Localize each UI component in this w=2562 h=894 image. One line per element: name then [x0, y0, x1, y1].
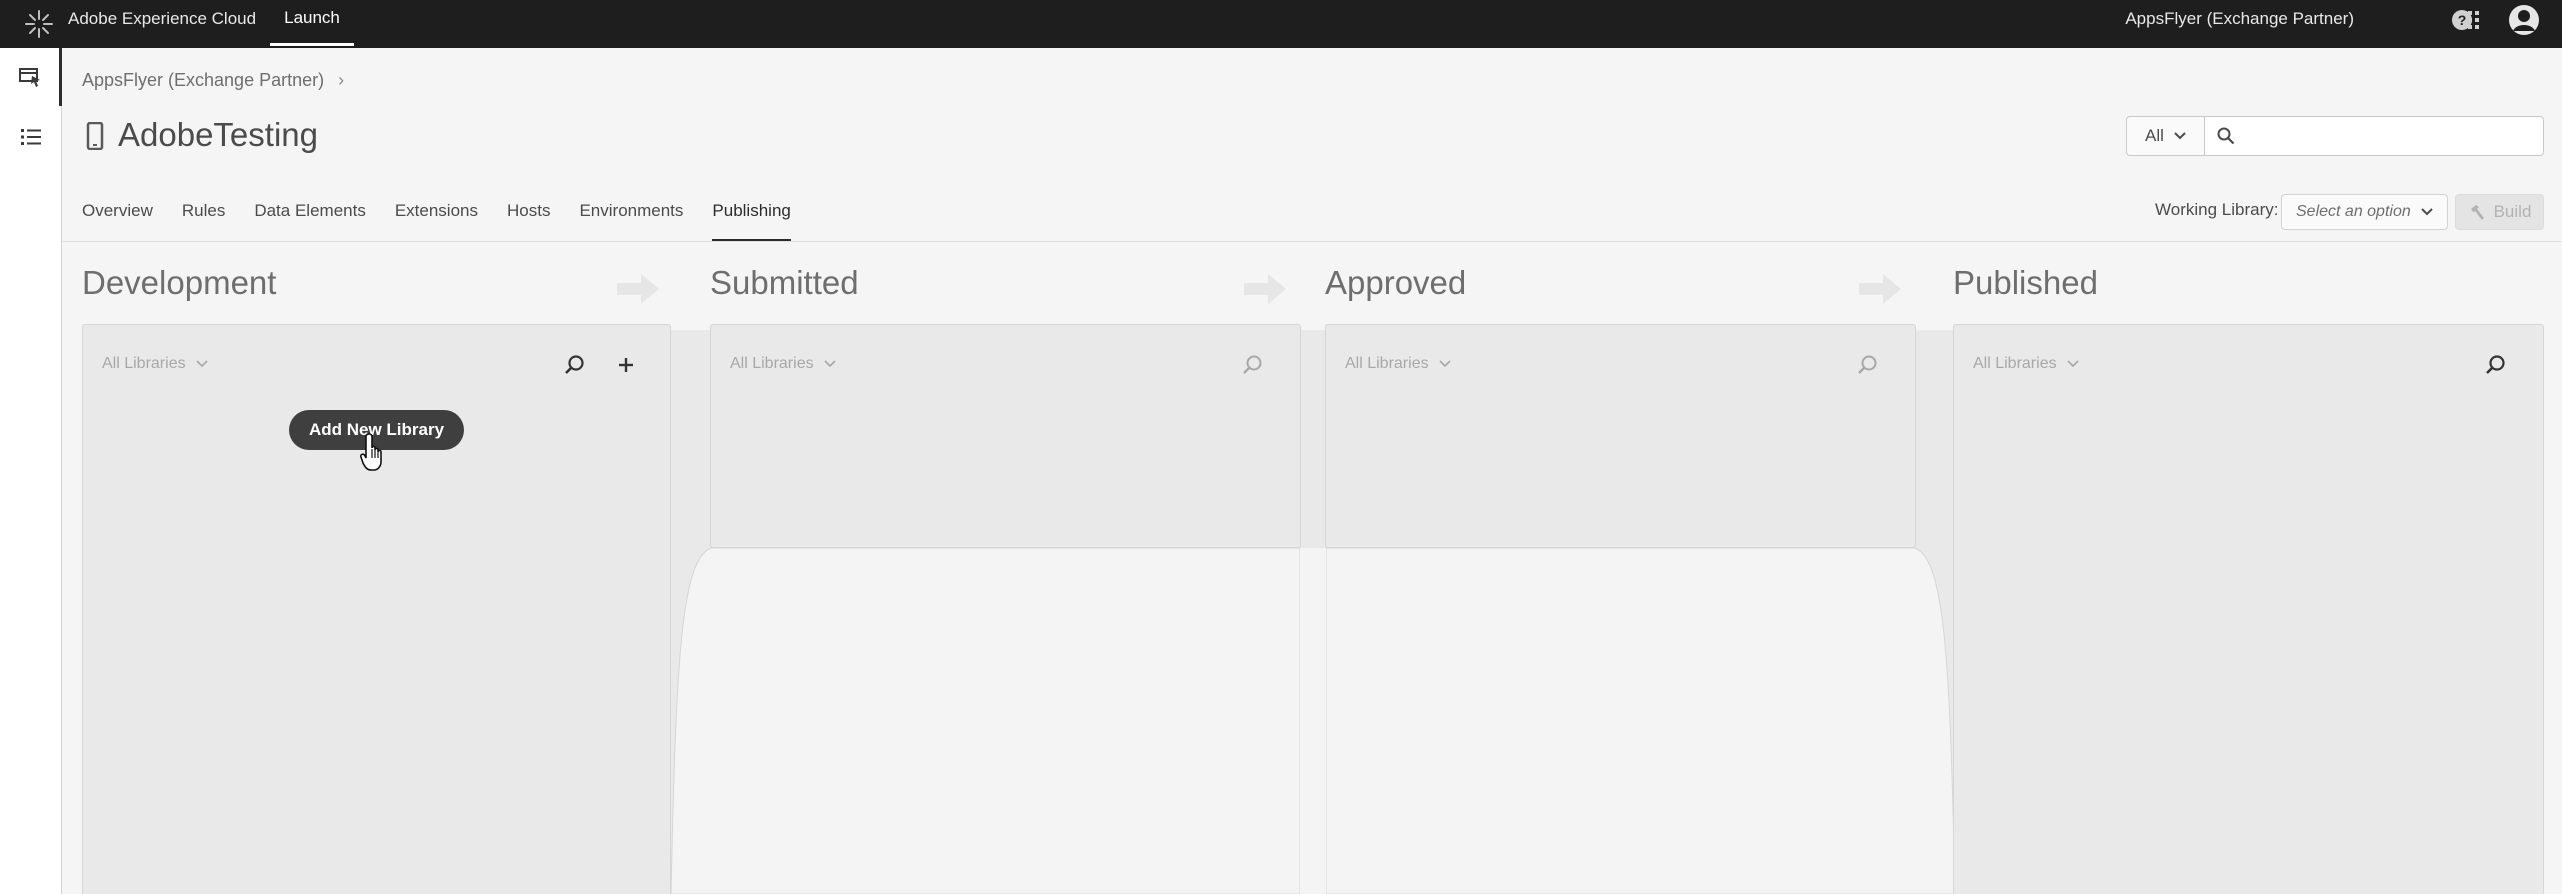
column-title-development: Development	[82, 264, 277, 301]
library-filter-value: All Libraries	[1345, 355, 1429, 372]
library-filter-value: All Libraries	[730, 355, 814, 372]
chevron-down-icon	[2067, 360, 2079, 368]
library-filter-value: All Libraries	[1973, 355, 2057, 372]
column-title-published: Published	[1953, 264, 2098, 301]
search-icon[interactable]	[2482, 351, 2510, 379]
library-filter-dropdown[interactable]: All Libraries	[1345, 355, 1451, 373]
add-icon[interactable]	[612, 351, 640, 379]
approved-panel: All Libraries	[1325, 324, 1916, 548]
search-icon[interactable]	[561, 351, 589, 379]
search-icon[interactable]	[1854, 351, 1882, 379]
column-title-submitted: Submitted	[710, 264, 859, 301]
chevron-down-icon	[1439, 360, 1451, 368]
search-icon[interactable]	[1239, 351, 1267, 379]
column-title-approved: Approved	[1325, 264, 1467, 301]
chevron-down-icon	[196, 360, 208, 368]
library-filter-dropdown[interactable]: All Libraries	[1973, 355, 2079, 373]
chevron-down-icon	[824, 360, 836, 368]
library-filter-value: All Libraries	[102, 355, 186, 372]
flow-arrow-icon	[1244, 272, 1286, 306]
published-panel: All Libraries	[1953, 324, 2544, 894]
hand-cursor-icon	[360, 432, 390, 472]
submitted-panel: All Libraries	[710, 324, 1301, 548]
flow-arrow-icon	[617, 272, 659, 306]
library-filter-dropdown[interactable]: All Libraries	[102, 355, 208, 373]
flow-arrow-icon	[1859, 272, 1901, 306]
library-filter-dropdown[interactable]: All Libraries	[730, 355, 836, 373]
